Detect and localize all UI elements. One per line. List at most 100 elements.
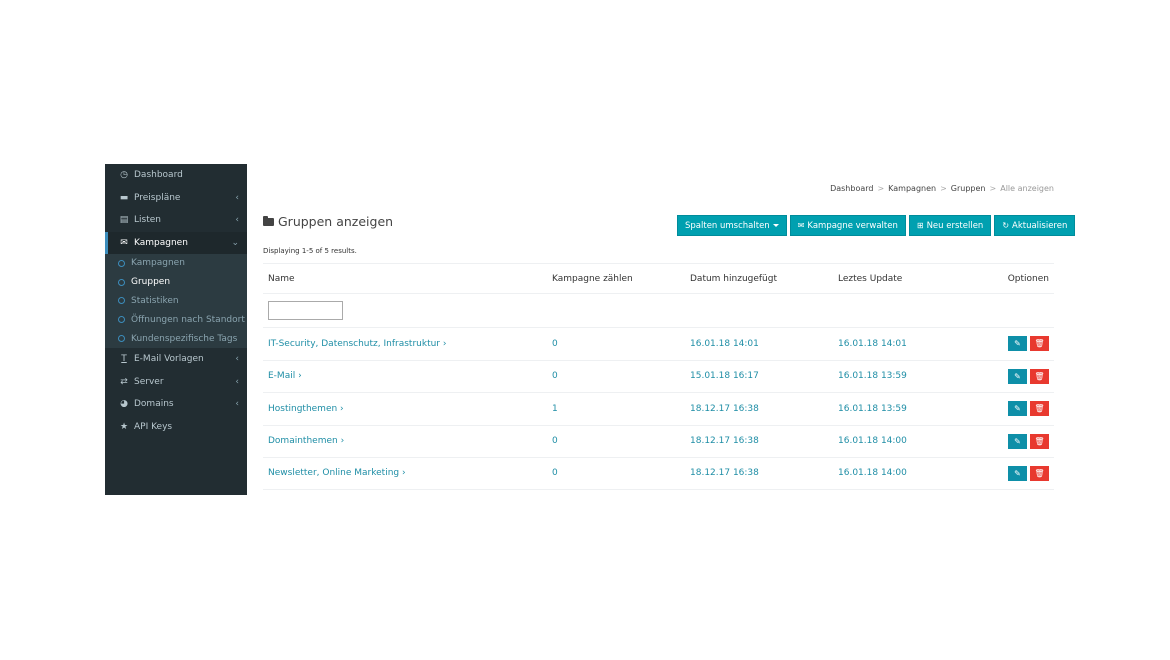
chevron-left-icon: ‹ — [235, 192, 239, 203]
refresh-button[interactable]: ↻ Aktualisieren — [994, 215, 1076, 236]
sidebar-item-label: Listen — [134, 215, 161, 226]
caret-down-icon — [772, 224, 779, 227]
circle-icon — [118, 297, 125, 305]
campaign-count[interactable]: 0 — [552, 468, 690, 478]
submenu-item-oeffnungen[interactable]: Öffnungen nach Standort — [105, 310, 247, 329]
name-filter-input[interactable] — [268, 301, 343, 320]
refresh-label: Aktualisieren — [1012, 220, 1068, 231]
trash-icon[interactable]: 🗑 — [1030, 336, 1049, 352]
breadcrumb-separator: > — [989, 184, 997, 193]
submenu-item-label: Statistiken — [131, 295, 179, 306]
sidebar-item-listen[interactable]: ▤ Listen ‹ — [105, 209, 247, 232]
submenu-item-kampagnen[interactable]: Kampagnen — [105, 254, 247, 273]
sidebar-item-server[interactable]: ⇄ Server ‹ — [105, 370, 247, 393]
trash-icon[interactable]: 🗑 — [1030, 401, 1049, 417]
submenu-item-label: Öffnungen nach Standort — [131, 314, 245, 325]
submenu-item-statistiken[interactable]: Statistiken — [105, 292, 247, 311]
group-name-link[interactable]: IT-Security, Datenschutz, Infrastruktur … — [263, 339, 552, 349]
submenu-item-tags[interactable]: Kundenspezifische Tags — [105, 329, 247, 348]
sidebar-item-dashboard[interactable]: ◷ Dashboard — [105, 164, 247, 187]
refresh-icon: ↻ — [1002, 221, 1010, 230]
create-new-label: Neu erstellen — [926, 220, 984, 231]
header-options: Optionen — [1007, 273, 1049, 284]
campaign-count[interactable]: 0 — [552, 371, 690, 381]
manage-campaign-button[interactable]: ✉ Kampagne verwalten — [789, 215, 906, 236]
date-added: 16.01.18 14:01 — [690, 338, 759, 349]
group-name-link[interactable]: E-Mail › — [263, 371, 552, 381]
sidebar-item-label: Kampagnen — [134, 237, 188, 248]
sidebar-item-preisplaene[interactable]: ▬ Preispläne ‹ — [105, 187, 247, 210]
group-name-link[interactable]: Domainthemen › — [263, 436, 552, 446]
last-update: 16.01.18 13:59 — [838, 371, 907, 382]
groups-table: Name Kampagne zählen Datum hinzugefügt L… — [263, 263, 1054, 490]
exchange-icon: ⇄ — [120, 376, 128, 387]
sidebar-item-domains[interactable]: ◕ Domains ‹ — [105, 393, 247, 416]
breadcrumb-dashboard[interactable]: Dashboard — [830, 184, 873, 193]
table-row: Newsletter, Online Marketing › 0 18.12.1… — [263, 457, 1054, 490]
sidebar-item-label: Dashboard — [134, 170, 183, 181]
page-title-text: Gruppen anzeigen — [278, 214, 394, 229]
breadcrumb-gruppen[interactable]: Gruppen — [951, 184, 986, 193]
breadcrumb-separator: > — [940, 184, 947, 193]
campaign-count[interactable]: 0 — [552, 436, 690, 446]
breadcrumb-current: Alle anzeigen — [1000, 184, 1054, 193]
credit-card-icon: ▬ — [119, 192, 129, 203]
submenu-item-label: Gruppen — [131, 277, 171, 288]
toggle-columns-label: Spalten umschalten — [685, 220, 770, 231]
campaign-count[interactable]: 1 — [552, 404, 690, 414]
circle-icon — [118, 278, 125, 286]
toggle-columns-button[interactable]: Spalten umschalten — [677, 215, 787, 236]
envelope-icon: ✉ — [797, 221, 805, 230]
date-added: 18.12.17 16:38 — [690, 468, 759, 479]
edit-icon[interactable]: ✎ — [1008, 336, 1027, 352]
sidebar-item-kampagnen[interactable]: ✉ Kampagnen ⌄ — [105, 231, 247, 254]
sidebar: ◷ Dashboard ▬ Preispläne ‹ ▤ Listen ‹ ✉ … — [105, 164, 247, 495]
trash-icon[interactable]: 🗑 — [1030, 433, 1049, 449]
table-filter-row — [263, 293, 1054, 327]
edit-icon[interactable]: ✎ — [1008, 368, 1027, 384]
header-date-added[interactable]: Datum hinzugefügt — [690, 274, 838, 284]
submenu-item-label: Kundenspezifische Tags — [131, 333, 238, 344]
toolbar: Spalten umschalten ✉ Kampagne verwalten … — [677, 215, 1076, 236]
sidebar-submenu-kampagnen: Kampagnen Gruppen Statistiken Öffnungen … — [105, 254, 247, 348]
chevron-left-icon: ‹ — [235, 376, 239, 387]
table-row: IT-Security, Datenschutz, Infrastruktur … — [263, 327, 1054, 360]
sidebar-item-api-keys[interactable]: ★ API Keys — [105, 415, 247, 438]
trash-icon[interactable]: 🗑 — [1030, 368, 1049, 384]
campaign-count[interactable]: 0 — [552, 339, 690, 349]
edit-icon[interactable]: ✎ — [1008, 401, 1027, 417]
group-name-link[interactable]: Hostingthemen › — [263, 404, 552, 414]
breadcrumb-kampagnen[interactable]: Kampagnen — [888, 184, 936, 193]
sidebar-item-label: Preispläne — [134, 192, 181, 203]
group-name-link[interactable]: Newsletter, Online Marketing › — [263, 468, 552, 478]
last-update: 16.01.18 14:00 — [838, 468, 907, 479]
globe-icon: ◕ — [120, 399, 128, 410]
date-added: 15.01.18 16:17 — [690, 371, 759, 382]
submenu-item-gruppen[interactable]: Gruppen — [105, 273, 247, 292]
header-last-update[interactable]: Leztes Update — [838, 274, 988, 284]
edit-icon[interactable]: ✎ — [1008, 465, 1027, 481]
filter-cell — [263, 301, 552, 320]
row-options: ✎ 🗑 — [988, 465, 1054, 481]
chevron-left-icon: ‹ — [235, 354, 239, 365]
text-icon: T — [121, 354, 127, 365]
chevron-left-icon: ‹ — [235, 215, 239, 226]
row-options: ✎ 🗑 — [988, 401, 1054, 417]
row-options: ✎ 🗑 — [988, 433, 1054, 449]
dashboard-icon: ◷ — [120, 170, 128, 181]
trash-icon[interactable]: 🗑 — [1030, 465, 1049, 481]
manage-campaign-label: Kampagne verwalten — [807, 220, 898, 231]
page-title: Gruppen anzeigen — [263, 214, 393, 229]
sidebar-item-email-vorlagen[interactable]: T E-Mail Vorlagen ‹ — [105, 348, 247, 371]
header-name[interactable]: Name — [263, 274, 552, 284]
table-row: Domainthemen › 0 18.12.17 16:38 16.01.18… — [263, 424, 1054, 458]
circle-icon — [118, 316, 125, 324]
last-update: 16.01.18 14:01 — [838, 338, 907, 349]
edit-icon[interactable]: ✎ — [1008, 433, 1027, 449]
folder-icon — [263, 215, 274, 226]
create-new-button[interactable]: ⊞ Neu erstellen — [908, 215, 992, 236]
row-options: ✎ 🗑 — [988, 336, 1054, 352]
header-count[interactable]: Kampagne zählen — [552, 274, 690, 284]
list-icon: ▤ — [119, 215, 129, 226]
sidebar-item-label: API Keys — [134, 421, 173, 432]
